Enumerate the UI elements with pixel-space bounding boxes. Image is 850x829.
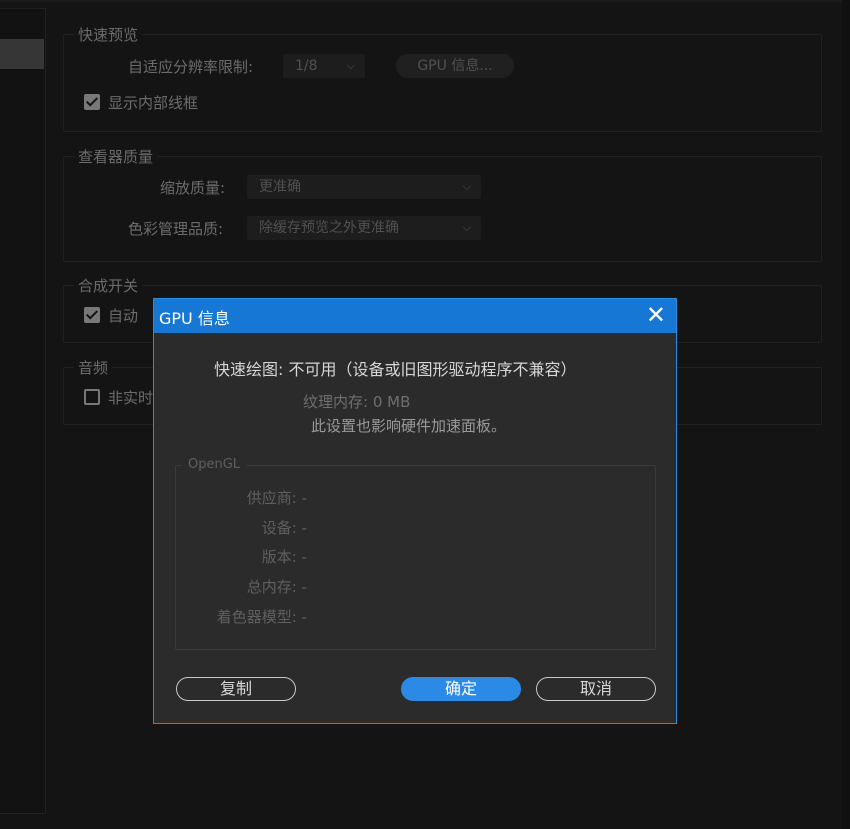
opengl-legend: OpenGL [182, 457, 247, 472]
opengl-version: 版本: - [261, 548, 307, 566]
cancel-button[interactable]: 取消 [536, 677, 656, 701]
opengl-total-memory: 总内存: - [246, 578, 307, 596]
copy-button[interactable]: 复制 [176, 677, 296, 701]
affects-note-text: 此设置也影响硬件加速面板。 [311, 417, 507, 435]
opengl-shader-model: 着色器模型: - [216, 608, 307, 626]
opengl-vendor: 供应商: - [246, 489, 307, 507]
texture-memory-text: 纹理内存: 0 MB [303, 393, 411, 411]
ok-button[interactable]: 确定 [401, 677, 521, 701]
fast-draw-status: 快速绘图: 不可用（设备或旧图形驱动程序不兼容） [214, 360, 577, 379]
close-icon[interactable]: ✕ [646, 301, 666, 329]
gpu-info-dialog: GPU 信息 ✕ 快速绘图: 不可用（设备或旧图形驱动程序不兼容） 纹理内存: … [153, 298, 677, 724]
dialog-title: GPU 信息 [159, 309, 230, 328]
dialog-title-bar: GPU 信息 ✕ [154, 299, 676, 333]
opengl-device: 设备: - [261, 519, 307, 537]
